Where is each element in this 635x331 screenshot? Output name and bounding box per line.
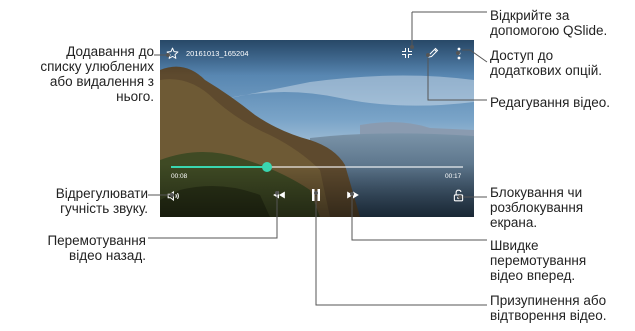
progress-track[interactable] xyxy=(171,162,463,172)
favorite-callout: Додавання до списку улюблених або видале… xyxy=(40,44,154,104)
qslide-icon[interactable] xyxy=(400,46,414,60)
fast-forward-icon[interactable] xyxy=(344,187,362,203)
progress-fill xyxy=(171,166,268,168)
rewind-callout: Перемотування відео назад. xyxy=(47,233,146,263)
qslide-callout: Відкрийте за допомогою QSlide. xyxy=(490,8,608,38)
play-pause-callout: Призупинення або відтворення відео. xyxy=(490,293,607,323)
pause-icon[interactable] xyxy=(307,186,325,204)
fast-forward-callout: Швидке перемотування відео вперед. xyxy=(490,238,587,283)
edit-callout: Редагування відео. xyxy=(490,95,610,110)
pencil-icon[interactable] xyxy=(426,46,440,60)
unlock-icon[interactable] xyxy=(450,187,466,203)
lock-callout: Блокування чи розблокування екрана. xyxy=(490,185,584,230)
video-player-screen[interactable]: 20161013_165204 00:08 00:17 xyxy=(160,40,474,217)
more-vertical-icon[interactable] xyxy=(452,46,466,60)
rewind-icon[interactable] xyxy=(270,187,288,203)
star-outline-icon[interactable] xyxy=(165,46,179,60)
total-duration: 00:17 xyxy=(445,173,462,180)
speaker-icon[interactable] xyxy=(166,188,182,204)
more-options-callout: Доступ до додаткових опцій. xyxy=(490,48,602,78)
volume-callout: Відрегулювати гучність звуку. xyxy=(55,186,148,216)
video-filename: 20161013_165204 xyxy=(186,49,249,58)
elapsed-time: 00:08 xyxy=(171,173,188,180)
